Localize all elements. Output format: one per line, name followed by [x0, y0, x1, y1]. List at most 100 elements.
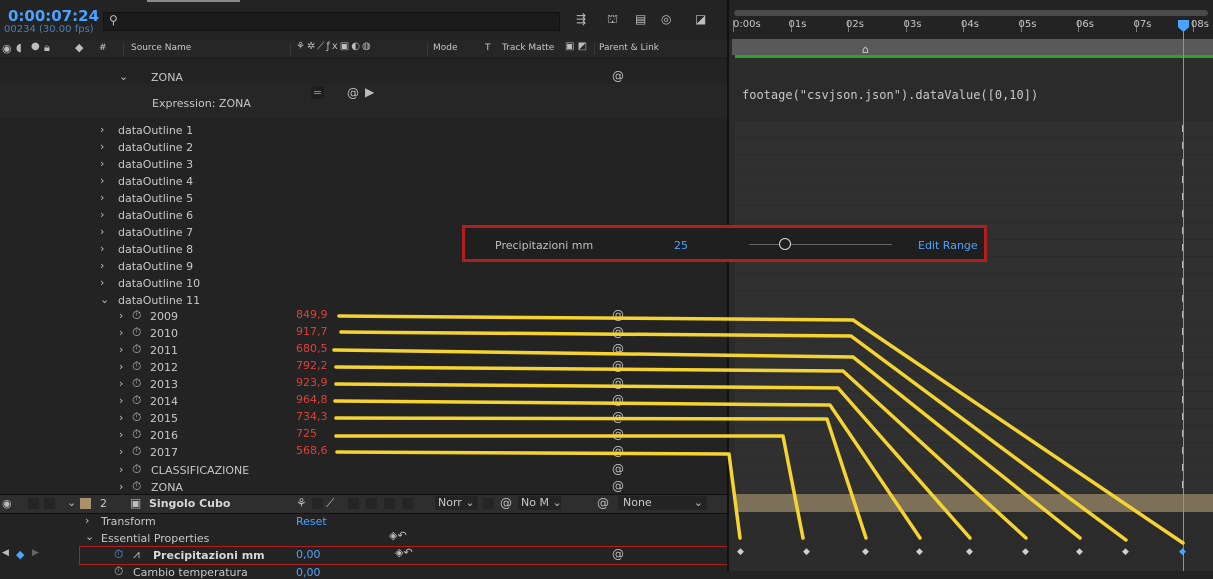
chevron-right-icon[interactable]: › — [100, 259, 104, 272]
pickwhip-icon[interactable]: @ — [612, 462, 624, 476]
chevron-down-icon[interactable]: ⌄ — [67, 496, 76, 509]
matte-dropdown[interactable]: No M ⌄ — [518, 496, 562, 510]
year-value[interactable]: 917,7 — [296, 325, 328, 338]
popup-slider-handle[interactable] — [778, 238, 791, 250]
draft-3d-icon[interactable]: ⛫ — [607, 12, 618, 28]
chevron-right-icon[interactable]: › — [119, 428, 123, 441]
chevron-right-icon[interactable]: › — [100, 140, 104, 153]
graph-icon[interactable]: ⩘ — [133, 547, 140, 562]
work-area-range[interactable] — [732, 39, 1213, 55]
hide-shy-icon[interactable]: ▤ — [635, 12, 646, 26]
chevron-right-icon[interactable]: › — [100, 225, 104, 238]
switch-box[interactable] — [348, 498, 359, 509]
chevron-right-icon[interactable]: › — [100, 174, 104, 187]
keyframe-nav-icon[interactable]: ◈↶ — [389, 529, 407, 542]
switch-box[interactable] — [402, 498, 413, 509]
pickwhip-icon[interactable]: @ — [612, 410, 624, 424]
year-value[interactable]: 923,9 — [296, 376, 328, 389]
chevron-down-icon[interactable]: ⌄ — [85, 530, 94, 543]
keyframe-icon[interactable]: ◆ — [1022, 547, 1029, 557]
shy-icon[interactable]: ⚘ — [296, 496, 307, 510]
cambio-value[interactable]: 0,00 — [296, 566, 321, 579]
eye-icon[interactable]: ◉ — [2, 497, 12, 510]
outline-item[interactable]: dataOutline 8 — [118, 243, 193, 256]
year-value[interactable]: 680,5 — [296, 342, 328, 355]
mode-dropdown[interactable]: Norr ⌄ — [435, 496, 478, 510]
keyframe-prev-icon[interactable]: ◀ — [2, 548, 9, 558]
composition-mini-flowchart-icon[interactable]: ⇶ — [576, 12, 586, 26]
pickwhip-icon[interactable]: @ — [612, 444, 624, 458]
chevron-right-icon[interactable]: › — [100, 242, 104, 255]
pickwhip-icon[interactable]: @ — [612, 427, 624, 441]
switch-box[interactable] — [366, 498, 377, 509]
chevron-right-icon[interactable]: › — [119, 343, 123, 356]
chevron-down-icon[interactable]: ⌄ — [119, 70, 128, 83]
keyframe-icon[interactable]: ◆ — [16, 548, 24, 561]
chevron-right-icon[interactable]: › — [119, 463, 123, 476]
outline-item[interactable]: dataOutline 3 — [118, 158, 193, 171]
stopwatch-icon[interactable]: ⏱︎ — [132, 444, 141, 459]
layer-row[interactable]: ◉ ⌄ 2 ▣ Singolo Cubo ⚘ ⟋ Norr ⌄ @ No M ⌄… — [0, 494, 727, 514]
stopwatch-icon[interactable]: ⏱︎ — [132, 342, 141, 357]
keyframe-icon[interactable]: ◆ — [862, 547, 869, 557]
chevron-right-icon[interactable]: › — [119, 480, 123, 493]
pickwhip-icon[interactable]: @ — [597, 496, 609, 510]
year-value[interactable]: 849,9 — [296, 308, 328, 321]
search-input[interactable]: ⚲ — [103, 12, 560, 31]
chevron-right-icon[interactable]: › — [119, 326, 123, 339]
stopwatch-icon[interactable]: ⏱︎ — [132, 410, 141, 425]
edit-range-link[interactable]: Edit Range — [918, 239, 978, 252]
year-value[interactable]: 964,8 — [296, 393, 328, 406]
stopwatch-icon[interactable]: ⏱︎ — [132, 359, 141, 374]
year-value[interactable]: 725 — [296, 427, 317, 440]
year-value[interactable]: 568,6 — [296, 444, 328, 457]
keyframe-icon[interactable]: ◆ — [737, 547, 744, 557]
keyframe-next-icon[interactable]: ▶ — [32, 548, 39, 558]
outline-item[interactable]: dataOutline 1 — [118, 124, 193, 137]
pickwhip-icon[interactable]: @ — [612, 308, 624, 322]
layer-bar[interactable] — [735, 494, 1213, 512]
keyframe-icon[interactable]: ◆ — [1122, 547, 1129, 557]
parent-dropdown[interactable]: None ⌄ — [618, 496, 707, 510]
motion-blur-icon[interactable]: ◪ — [695, 12, 706, 26]
chevron-down-icon[interactable]: ⌄ — [100, 293, 109, 306]
keyframe-icon[interactable]: ◆ — [1076, 547, 1083, 557]
outline-item[interactable]: dataOutline 7 — [118, 226, 193, 239]
chevron-right-icon[interactable]: › — [119, 394, 123, 407]
pickwhip-icon[interactable]: @ — [612, 359, 624, 373]
outline-item[interactable]: dataOutline 9 — [118, 260, 193, 273]
popup-slider[interactable] — [749, 238, 892, 250]
pickwhip-icon[interactable]: @ — [612, 376, 624, 390]
transform-reset-link[interactable]: Reset — [296, 515, 327, 528]
chevron-right-icon[interactable]: › — [119, 411, 123, 424]
expression-enable-icon[interactable]: = — [311, 86, 324, 99]
year-value[interactable]: 792,2 — [296, 359, 328, 372]
chevron-right-icon[interactable]: › — [119, 360, 123, 373]
keyframe-icon[interactable]: ◆ — [916, 547, 923, 557]
layer-name[interactable]: Singolo Cubo — [149, 497, 230, 510]
marker-icon[interactable]: ⌂ — [862, 43, 869, 56]
layer-switch-box[interactable] — [28, 498, 39, 509]
keyframe-icon[interactable]: ◆ — [803, 547, 810, 557]
layer-switch-box[interactable] — [44, 498, 55, 509]
pickwhip-icon[interactable]: @ — [612, 342, 624, 356]
label-color-swatch[interactable] — [80, 498, 91, 509]
switch-box[interactable] — [483, 498, 494, 509]
stopwatch-icon[interactable]: ⏱︎ — [114, 547, 123, 562]
stopwatch-icon[interactable]: ⏱︎ — [114, 564, 123, 579]
popup-value[interactable]: 25 — [674, 239, 688, 252]
pickwhip-icon[interactable]: @ — [612, 547, 624, 561]
current-time-indicator[interactable] — [1183, 20, 1184, 571]
precip-value[interactable]: 0,00 — [296, 548, 321, 561]
chevron-right-icon[interactable]: › — [100, 123, 104, 136]
outline-item[interactable]: dataOutline 6 — [118, 209, 193, 222]
pickwhip-icon[interactable]: @ — [612, 69, 624, 83]
frame-blending-icon[interactable]: ◎ — [661, 12, 671, 26]
keyframe-icon[interactable]: ◆ — [966, 547, 973, 557]
chevron-right-icon[interactable]: › — [100, 208, 104, 221]
stopwatch-icon[interactable]: ⏱︎ — [132, 427, 141, 442]
outline-item[interactable]: dataOutline 11 — [118, 294, 200, 307]
chevron-right-icon[interactable]: › — [100, 276, 104, 289]
chevron-right-icon[interactable]: › — [85, 514, 89, 527]
chevron-right-icon[interactable]: › — [119, 445, 123, 458]
